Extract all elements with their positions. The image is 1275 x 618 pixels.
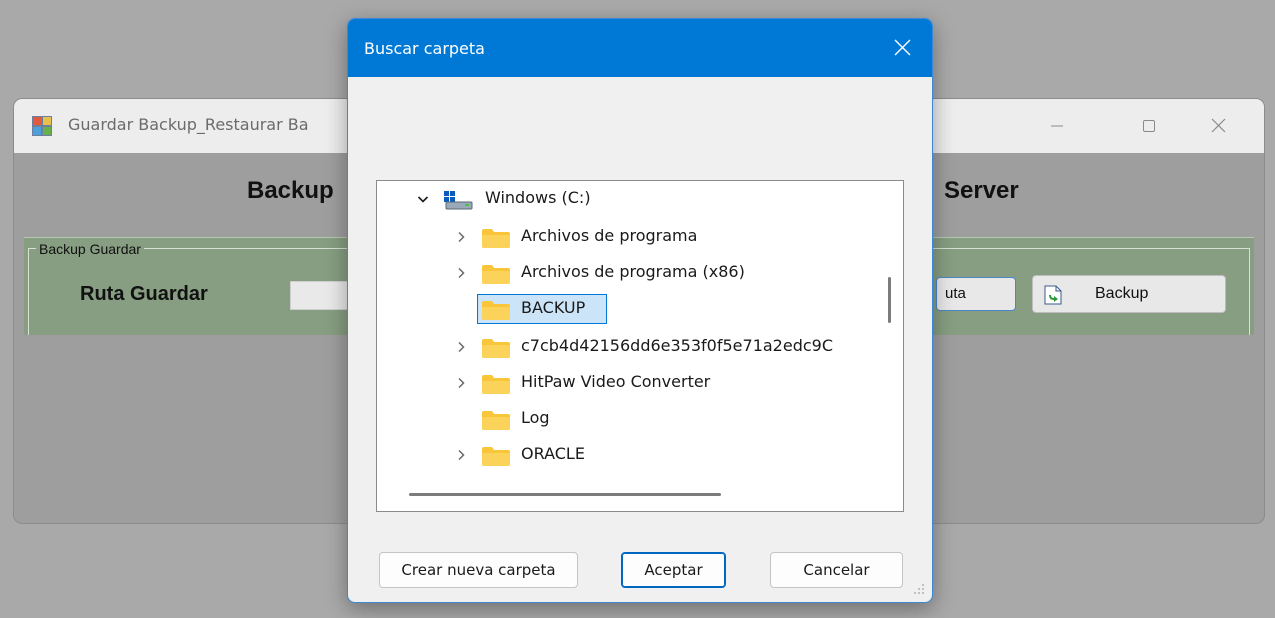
- dialog-titlebar[interactable]: Buscar carpeta: [348, 19, 932, 77]
- chevron-right-icon[interactable]: [455, 341, 467, 353]
- minimize-icon[interactable]: [1034, 109, 1080, 143]
- tree-item-label: BACKUP: [521, 298, 586, 317]
- folder-tree[interactable]: Windows (C:) Archivos de programa Archiv…: [376, 180, 904, 512]
- backup-button-label: Backup: [1095, 285, 1149, 302]
- maximize-icon[interactable]: [1126, 109, 1172, 143]
- tree-item-label: c7cb4d42156dd6e353f0f5e71a2edc9C: [521, 336, 833, 355]
- tree-item[interactable]: c7cb4d42156dd6e353f0f5e71a2edc9C: [377, 331, 873, 363]
- main-window-title: Guardar Backup_Restaurar Ba: [68, 115, 309, 134]
- tree-item[interactable]: Archivos de programa: [377, 221, 867, 253]
- dialog-title: Buscar carpeta: [364, 39, 485, 58]
- vertical-scrollbar-thumb[interactable]: [888, 277, 891, 323]
- tree-item[interactable]: HitPaw Video Converter: [377, 367, 867, 399]
- chevron-right-icon[interactable]: [455, 377, 467, 389]
- tree-item-label: HitPaw Video Converter: [521, 372, 711, 391]
- tree-item-selected[interactable]: BACKUP: [377, 293, 867, 325]
- path-label: Ruta Guardar: [80, 283, 208, 305]
- horizontal-scrollbar-thumb[interactable]: [409, 493, 721, 496]
- folder-icon: [482, 229, 510, 248]
- folder-icon: [482, 375, 510, 394]
- tree-item-label: Archivos de programa (x86): [521, 262, 745, 281]
- tree-item-label: Archivos de programa: [521, 226, 698, 245]
- chevron-right-icon[interactable]: [455, 231, 467, 243]
- cancel-button[interactable]: Cancelar: [770, 552, 903, 588]
- chevron-right-icon[interactable]: [455, 449, 467, 461]
- resize-grip-icon[interactable]: [911, 581, 925, 595]
- folder-icon: [482, 411, 510, 430]
- tree-item[interactable]: Log: [377, 403, 867, 435]
- folder-icon: [482, 339, 510, 358]
- folder-icon: [482, 301, 510, 320]
- window-close-icon[interactable]: [1196, 109, 1242, 143]
- chevron-down-icon[interactable]: [417, 193, 429, 205]
- tree-item[interactable]: ORACLE: [377, 439, 867, 471]
- backup-button[interactable]: Backup: [1032, 275, 1226, 313]
- folder-icon: [482, 447, 510, 466]
- browse-folder-dialog: Buscar carpeta Windows (C:) Archivos de …: [347, 18, 933, 603]
- dialog-close-icon[interactable]: [886, 31, 920, 65]
- backup-icon: [1044, 285, 1062, 305]
- main-heading-right: Server: [944, 177, 1019, 204]
- app-icon: [32, 116, 52, 136]
- tree-root-label: Windows (C:): [485, 188, 591, 207]
- ruta-button[interactable]: uta: [936, 277, 1016, 311]
- drive-icon: [444, 191, 473, 210]
- main-heading-left: Backup: [247, 177, 334, 204]
- tree-item[interactable]: Archivos de programa (x86): [377, 257, 867, 289]
- tree-root-item[interactable]: Windows (C:): [377, 183, 867, 215]
- groupbox-label: Backup Guardar: [36, 241, 144, 257]
- tree-item-label: ORACLE: [521, 444, 585, 463]
- tree-item-label: Log: [521, 408, 550, 427]
- ok-button[interactable]: Aceptar: [621, 552, 726, 588]
- folder-icon: [482, 265, 510, 284]
- new-folder-button[interactable]: Crear nueva carpeta: [379, 552, 578, 588]
- chevron-right-icon[interactable]: [455, 267, 467, 279]
